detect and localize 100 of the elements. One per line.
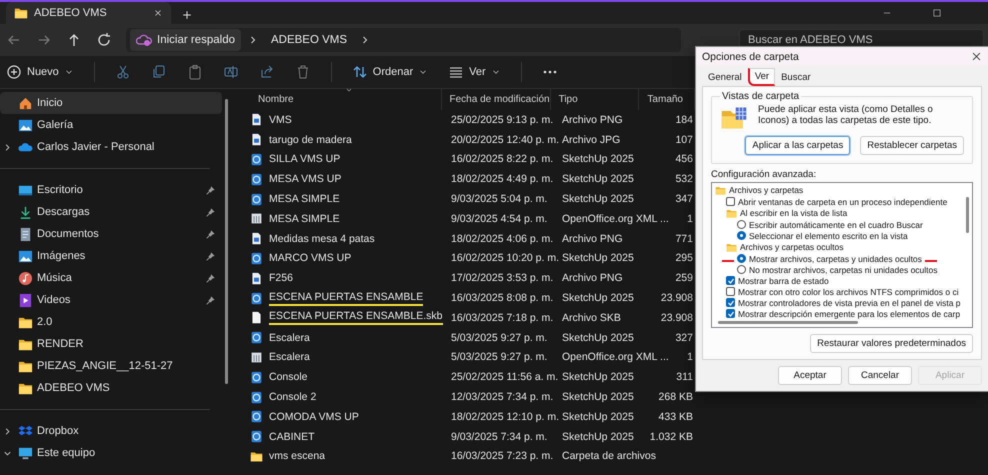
close-icon[interactable] xyxy=(153,8,163,18)
date-cell-text: 20/02/2025 12:40 p. m. xyxy=(451,134,560,146)
file-name[interactable]: CABINET xyxy=(269,430,315,443)
radio-button[interactable] xyxy=(737,231,746,240)
size-cell-text: 347 xyxy=(675,193,694,206)
sidebar-item[interactable]: Carlos Javier - Personal xyxy=(0,136,222,158)
sidebar-item[interactable]: Escritorio xyxy=(0,179,222,201)
column-header[interactable]: Nombre xyxy=(258,94,294,105)
date-cell-text: 5/03/2025 9:27 p. m. xyxy=(451,351,548,364)
file-name[interactable]: MESA VMS UP xyxy=(269,173,342,186)
plus-icon[interactable] xyxy=(181,9,193,21)
view-button[interactable]: Ver xyxy=(448,64,501,80)
scrollbar[interactable] xyxy=(718,321,858,324)
file-name[interactable]: ESCENA PUERTAS ENSAMBLE.skb xyxy=(269,310,443,326)
sidebar-item[interactable]: RENDER xyxy=(0,333,222,355)
radio-button[interactable] xyxy=(737,220,746,229)
file-name[interactable]: Escalera xyxy=(269,332,310,344)
maximize-icon[interactable] xyxy=(932,8,942,18)
sidebar-item[interactable]: 2.0 xyxy=(0,311,222,333)
size-cell-text: 1 xyxy=(687,351,694,364)
checkbox[interactable] xyxy=(726,197,735,206)
radio-button[interactable] xyxy=(737,265,746,274)
checkbox[interactable] xyxy=(726,287,735,296)
scrollbar[interactable] xyxy=(966,197,969,233)
option-label: Seleccionar el elemento escrito en la vista xyxy=(749,231,908,241)
sidebar-item[interactable]: Documentos xyxy=(0,223,222,245)
tab[interactable]: Buscar xyxy=(775,68,817,86)
model-file-icon xyxy=(250,152,263,166)
sidebar-item[interactable]: Dropbox xyxy=(0,420,222,442)
file-name[interactable]: SILLA VMS UP xyxy=(269,153,340,166)
address-bar[interactable]: Iniciar respaldo ADEBEO VMS xyxy=(126,28,681,52)
column-header[interactable]: Tamaño xyxy=(647,94,683,105)
radio-button[interactable] xyxy=(737,254,746,263)
date-cell-text: 16/03/2025 7:23 p. m. xyxy=(451,450,554,462)
file-name[interactable]: MESA SIMPLE xyxy=(269,193,340,206)
sort-caret-icon xyxy=(344,86,354,94)
file-name[interactable]: ESCENA PUERTAS ENSAMBLE xyxy=(269,290,424,306)
dialog-button[interactable]: Aplicar a las carpetas xyxy=(745,136,850,155)
sidebar-item[interactable]: Descargas xyxy=(0,201,222,223)
restore-defaults-button[interactable]: Restaurar valores predeterminados xyxy=(810,334,973,353)
column-header[interactable]: Tipo xyxy=(558,94,578,105)
rename-icon[interactable] xyxy=(222,64,239,80)
browser-tab[interactable]: ADEBEO VMS xyxy=(6,2,171,24)
file-name[interactable]: Escalera xyxy=(269,351,310,364)
size-cell-text: 532 xyxy=(675,173,694,186)
sidebar-item[interactable]: Galería xyxy=(0,114,222,136)
size-cell-text: 23.908 xyxy=(660,292,694,304)
date-cell-text: 5/03/2025 9:27 p. m. xyxy=(451,332,548,344)
file-name[interactable]: F256 xyxy=(269,272,293,284)
scissors-icon[interactable] xyxy=(114,64,131,80)
file-name[interactable]: MARCO VMS UP xyxy=(269,252,352,264)
type-cell-text: Archivo SKB xyxy=(562,312,622,324)
file-name[interactable]: vms escena xyxy=(269,450,326,462)
share-icon[interactable] xyxy=(258,64,275,80)
file-name[interactable]: Medidas mesa 4 patas xyxy=(269,232,375,245)
sidebar-item[interactable]: Imágenes xyxy=(0,245,222,267)
date-cell-text: 16/02/2025 8:22 p. m. xyxy=(451,153,554,166)
type-cell-text: SketchUp 2025 xyxy=(562,430,635,443)
breadcrumb[interactable]: Iniciar respaldo xyxy=(130,29,241,51)
sidebar-item[interactable]: Este equipo xyxy=(0,442,222,464)
sidebar-item[interactable]: Videos xyxy=(0,289,222,311)
file-name[interactable]: tarugo de madera xyxy=(269,134,352,146)
option-label: Archivos y carpetas xyxy=(729,185,804,195)
file-name[interactable]: Console xyxy=(269,371,308,384)
new-button[interactable]: Nuevo xyxy=(6,64,74,80)
tab[interactable]: Ver xyxy=(748,68,776,86)
dialog-button[interactable]: Cancelar xyxy=(848,366,912,385)
model-file-icon xyxy=(250,370,263,384)
sidebar-item[interactable]: Música xyxy=(0,267,222,289)
file-name[interactable]: Console 2 xyxy=(269,391,316,404)
size-cell-text: 23.908 xyxy=(660,312,694,324)
file-name[interactable]: MESA SIMPLE xyxy=(269,212,340,225)
scrollbar[interactable] xyxy=(225,99,228,384)
sort-button[interactable]: Ordenar xyxy=(352,64,428,80)
sidebar-item[interactable]: ADEBEO VMS xyxy=(0,377,222,399)
checkbox[interactable] xyxy=(726,298,735,307)
image-file-icon xyxy=(250,232,263,246)
size-cell-text: 433 KB xyxy=(658,410,694,423)
dialog-button[interactable]: Aceptar xyxy=(778,366,842,385)
file-name[interactable]: VMS xyxy=(269,114,292,126)
tab[interactable]: General xyxy=(702,68,748,86)
checkbox[interactable] xyxy=(726,276,735,285)
breadcrumb[interactable]: ADEBEO VMS xyxy=(264,31,354,49)
sidebar-item[interactable]: PIEZAS_ANGIE__12-51-27 xyxy=(0,355,222,377)
dialog-button[interactable]: Restablecer carpetas xyxy=(860,136,964,155)
file-name[interactable]: COMODA VMS UP xyxy=(269,410,359,423)
close-icon[interactable] xyxy=(971,51,982,62)
size-cell-text: 295 xyxy=(675,252,694,264)
type-cell-text: Archivo PNG xyxy=(562,272,624,284)
option-label: Mostrar descripción emergente para los elementos de carp xyxy=(738,309,960,319)
sidebar-item[interactable]: Inicio xyxy=(0,92,222,114)
model-file-icon xyxy=(250,390,263,404)
description-text: Puede aplicar esta vista (como Detalles o Iconos) a todas las carpetas de este tipo. xyxy=(758,104,934,126)
cloud-icon xyxy=(136,32,152,48)
copy-icon[interactable] xyxy=(150,64,167,80)
checkbox[interactable] xyxy=(726,309,735,318)
section-label: Configuración avanzada: xyxy=(711,169,818,180)
clipboard-icon[interactable] xyxy=(186,64,203,80)
column-header[interactable]: Fecha de modificación xyxy=(450,94,550,105)
refresh-icon[interactable] xyxy=(96,32,112,48)
